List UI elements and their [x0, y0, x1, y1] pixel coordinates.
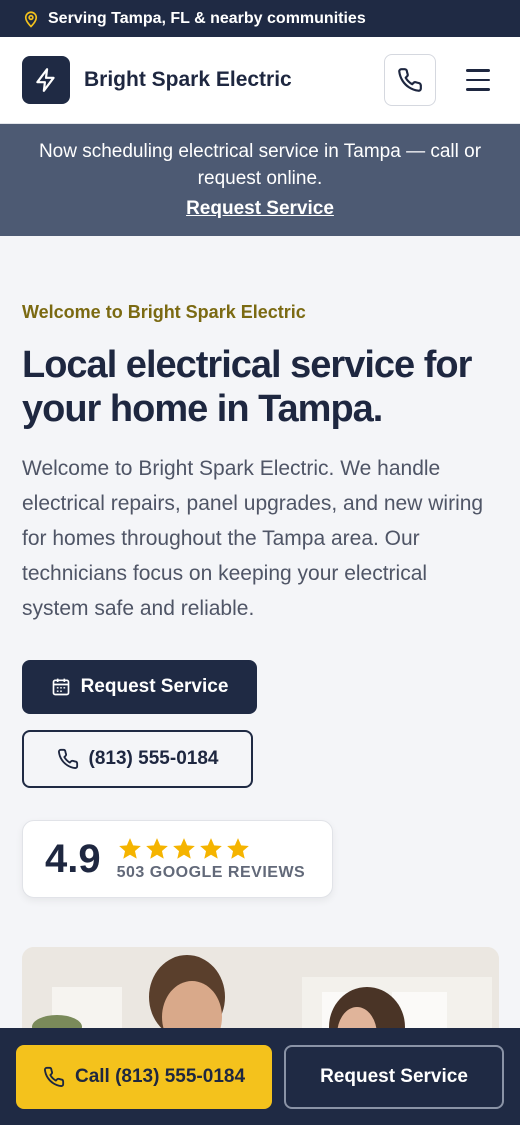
lightning-bolt-icon [36, 68, 55, 92]
hero-eyebrow: Welcome to Bright Spark Electric [22, 302, 306, 322]
announcement-text: Now scheduling electrical service in Tam… [38, 141, 482, 189]
google-rating-card: 4.9 503 GOOGLE REVIEWS [22, 820, 333, 898]
service-area-bar: Serving Tampa, FL & nearby communities [0, 0, 520, 37]
hero-intro: Welcome to Bright Spark Electric. We han… [22, 457, 484, 620]
star-icon [172, 838, 195, 859]
phone-icon [57, 748, 78, 769]
phone-number-label: (813) 555-0184 [88, 748, 219, 769]
sticky-cta-bar: Call (813) 555-0184 Request Service [0, 1028, 520, 1125]
request-service-label: Request Service [80, 676, 229, 697]
star-icon [118, 838, 141, 859]
brand-name[interactable]: Bright Spark Electric [84, 68, 292, 92]
star-icon [199, 838, 222, 859]
sticky-call-button[interactable]: Call (813) 555-0184 [16, 1044, 272, 1109]
service-area-text: Serving Tampa, FL & nearby communities [48, 9, 366, 27]
sticky-call-label: Call (813) 555-0184 [74, 1065, 246, 1087]
call-phone-button[interactable]: (813) 555-0184 [22, 730, 253, 788]
logo[interactable] [22, 56, 70, 104]
calendar-icon [52, 678, 69, 696]
announcement-request-link[interactable]: Request Service [186, 195, 334, 222]
header-phone-button[interactable] [384, 54, 436, 106]
review-count: 503 GOOGLE REVIEWS [116, 864, 306, 881]
star-icon [226, 838, 249, 859]
phone-icon [398, 68, 422, 92]
hero-headline: Local electrical service for your home i… [22, 344, 472, 430]
star-rating [117, 836, 306, 862]
hamburger-menu-icon[interactable] [458, 60, 498, 100]
announcement-banner: Now scheduling electrical service in Tam… [0, 124, 520, 236]
star-icon [145, 838, 168, 859]
sticky-request-service-button[interactable]: Request Service [284, 1044, 504, 1109]
rating-score: 4.9 [45, 836, 101, 881]
map-pin-icon [22, 10, 40, 28]
sticky-request-label: Request Service [320, 1065, 468, 1087]
hero-section: Welcome to Bright Spark Electric Local e… [0, 236, 520, 898]
phone-icon [43, 1066, 65, 1087]
site-header: Bright Spark Electric [0, 37, 520, 124]
request-service-button[interactable]: Request Service [22, 660, 257, 714]
